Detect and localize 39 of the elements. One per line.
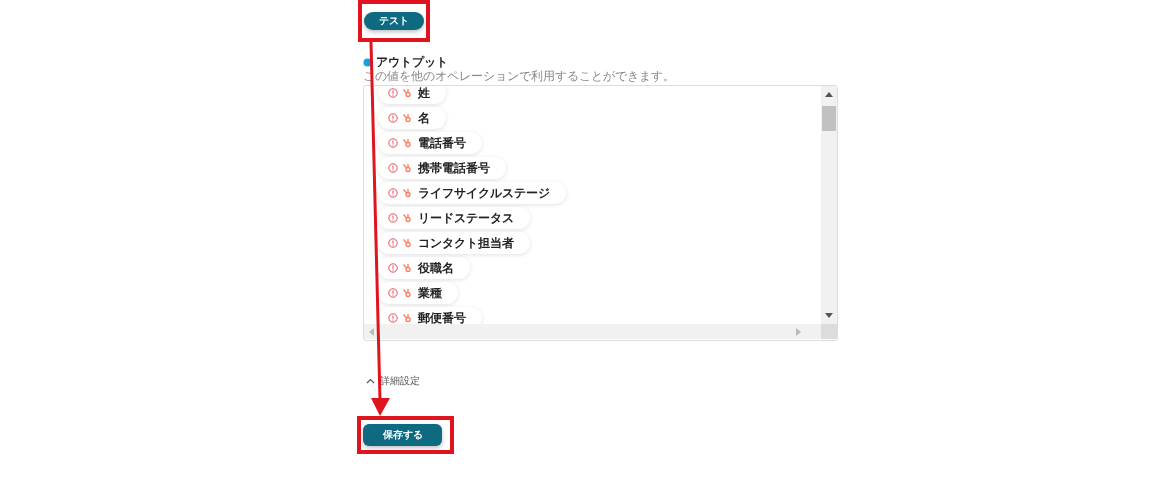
alert-icon [388,188,398,198]
output-item[interactable]: 郵便番号 [378,307,482,324]
sprocket-icon [402,313,412,323]
save-button[interactable]: 保存する [363,424,442,446]
alert-icon [388,263,398,273]
output-item[interactable]: 電話番号 [378,132,482,154]
sprocket-icon [402,213,412,223]
output-item[interactable]: 役職名 [378,257,470,279]
alert-icon [388,163,398,173]
sprocket-icon [402,288,412,298]
alert-icon [388,88,398,98]
output-item[interactable]: 姓 [378,86,446,104]
sprocket-icon [402,188,412,198]
scroll-right-icon[interactable] [796,327,801,336]
output-item[interactable]: リードステータス [378,207,530,229]
output-item[interactable]: 名 [378,107,446,129]
test-button[interactable]: テスト [364,12,424,30]
sprocket-icon [402,163,412,173]
scroll-left-icon[interactable] [369,327,374,336]
alert-icon [388,313,398,323]
alert-icon [388,288,398,298]
alert-icon [388,138,398,148]
section-title: アウトプット [376,56,448,69]
sprocket-icon [402,138,412,148]
sprocket-icon [402,88,412,98]
dot-icon [363,58,372,67]
output-item[interactable]: 携帯電話番号 [378,157,506,179]
output-item[interactable]: コンタクト担当者 [378,232,530,254]
output-item[interactable]: 業種 [378,282,458,304]
output-item[interactable]: ライフサイクルステージ [378,182,566,204]
scroll-down-icon[interactable] [825,313,833,319]
alert-icon [388,113,398,123]
scrollbar-thumb[interactable] [822,106,836,131]
alert-icon [388,238,398,248]
alert-icon [388,213,398,223]
sprocket-icon [402,263,412,273]
scroll-up-icon[interactable] [825,91,833,97]
sprocket-icon [402,238,412,248]
sprocket-icon [402,113,412,123]
